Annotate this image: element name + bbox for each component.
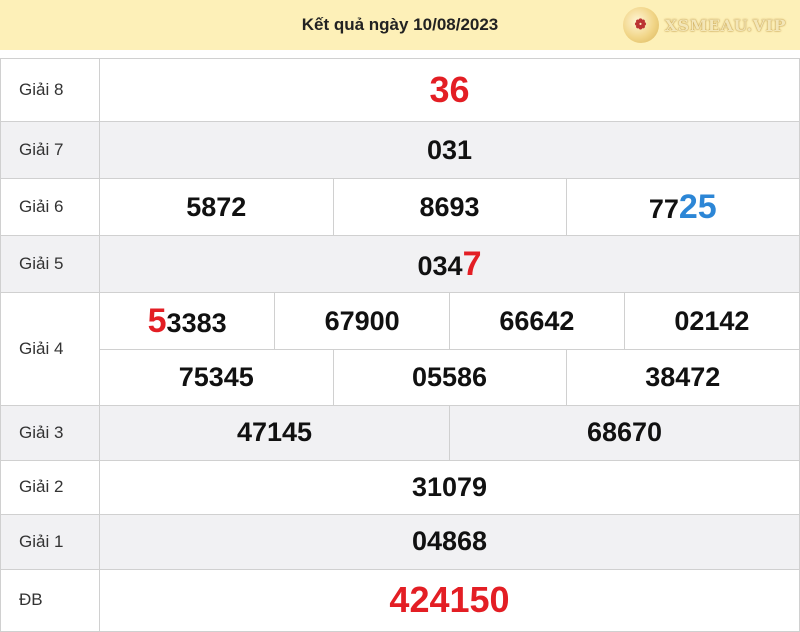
row-giai-7: Giải 7 031 — [0, 121, 800, 179]
results-header: Kết quả ngày 10/08/2023 ❁ XSMEAU.VIP — [0, 0, 800, 50]
prize-4-value: 66642 — [449, 293, 625, 349]
row-giai-1: Giải 1 04868 — [0, 513, 800, 570]
prize-4-value: 05586 — [332, 349, 566, 405]
prize-label: Giải 6 — [0, 178, 100, 236]
logo-icon: ❁ — [622, 7, 659, 43]
prize-6-value-highlight: 25 — [678, 187, 717, 226]
prize-4-value: 02142 — [623, 293, 799, 349]
prize-3-value: 68670 — [449, 405, 799, 460]
prize-5-value: 0347 — [99, 235, 800, 293]
prize-1-value: 04868 — [99, 513, 800, 570]
logo-text: XSMEAU.VIP — [664, 15, 786, 35]
prize-label: Giải 2 — [0, 459, 100, 515]
prize-3-grid: 47145 68670 — [100, 405, 799, 460]
prize-6-grid: 5872 8693 7725 — [100, 179, 799, 235]
prize-2-value: 31079 — [99, 459, 800, 515]
results-title: Kết quả ngày 10/08/2023 — [301, 15, 499, 34]
prize-6-value: 5872 — [186, 191, 247, 222]
prize-label: ĐB — [0, 568, 100, 632]
prize-4-value: 53383 — [100, 293, 275, 349]
prize-7-value: 031 — [99, 121, 800, 179]
special-prize-value: 424150 — [99, 568, 800, 632]
prize-4-grid-second: 75345 05586 38472 — [100, 349, 799, 405]
prize-8-value: 36 — [99, 58, 800, 122]
prize-3-value: 47145 — [100, 405, 450, 460]
prize-label: Giải 4 — [0, 292, 100, 406]
row-giai-5: Giải 5 0347 — [0, 235, 800, 293]
prize-label: Giải 1 — [0, 513, 100, 570]
prize-label: Giải 8 — [0, 58, 100, 122]
row-giai-6: Giải 6 5872 8693 7725 — [0, 178, 800, 236]
prize-4-value: 75345 — [178, 361, 254, 392]
prize-6-value: 8693 — [332, 179, 566, 235]
prize-5-value-prefix: 034 — [417, 250, 463, 281]
row-giai-4: Giải 4 53383 67900 66642 02142 75345 055… — [0, 292, 800, 406]
prize-label: Giải 7 — [0, 121, 100, 179]
prize-4-value: 67900 — [274, 293, 450, 349]
prize-6-value: 7725 — [565, 179, 799, 235]
prize-4-grid: 53383 67900 66642 02142 — [100, 293, 799, 349]
site-logo[interactable]: ❁ XSMEAU.VIP — [622, 7, 786, 43]
prize-label: Giải 5 — [0, 235, 100, 293]
prize-label: Giải 3 — [0, 404, 100, 461]
row-giai-3: Giải 3 47145 68670 — [0, 404, 800, 461]
prize-6-value-prefix: 77 — [648, 193, 679, 224]
row-giai-2: Giải 2 31079 — [0, 459, 800, 515]
row-special: ĐB 424150 — [0, 568, 800, 632]
prize-4-value: 38472 — [565, 349, 799, 405]
results-table: Giải 8 36 Giải 7 031 Giải 6 5872 8693 77… — [0, 58, 800, 632]
prize-5-value-highlight: 7 — [462, 244, 482, 283]
prize-4-value-rest: 3383 — [166, 307, 227, 338]
prize-4-value-highlight: 5 — [147, 301, 167, 340]
row-giai-8: Giải 8 36 — [0, 58, 800, 122]
